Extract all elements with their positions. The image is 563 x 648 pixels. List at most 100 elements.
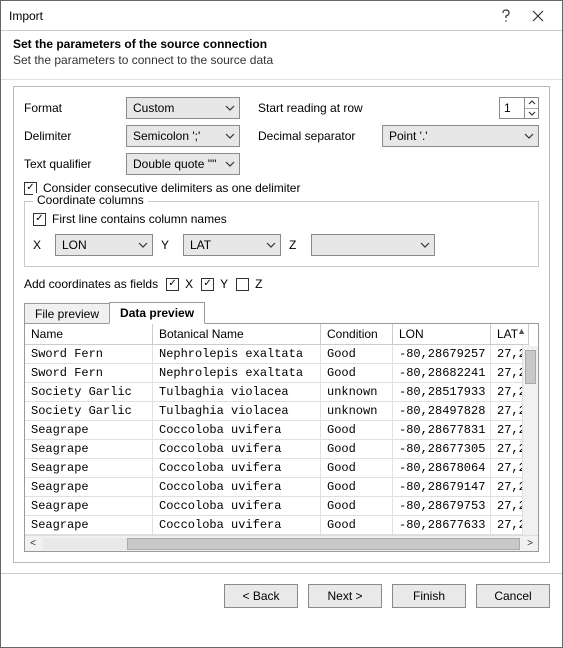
table-cell: Good <box>321 516 393 535</box>
parameters-panel: Format Custom Start reading at row 1 Del… <box>13 86 550 563</box>
x-label: X <box>33 238 47 252</box>
table-cell: -80,28677633 <box>393 516 491 535</box>
coordinate-columns-legend: Coordinate columns <box>33 193 148 207</box>
add-coords-label: Add coordinates as fields <box>24 277 158 291</box>
table-cell: Good <box>321 421 393 440</box>
qualifier-select[interactable]: Double quote '"' <box>126 153 240 175</box>
add-x-checkbox[interactable]: ✓X <box>166 277 193 291</box>
table-cell: Good <box>321 364 393 383</box>
table-cell: -80,28679257 <box>393 345 491 364</box>
chevron-down-icon <box>221 126 239 146</box>
z-column-select[interactable] <box>311 234 435 256</box>
chevron-down-icon <box>416 235 434 255</box>
chevron-down-icon <box>262 235 280 255</box>
y-label: Y <box>161 238 175 252</box>
table-cell: Good <box>321 459 393 478</box>
table-cell: Good <box>321 497 393 516</box>
table-cell: Coccoloba uvifera <box>153 421 321 440</box>
table-cell: Good <box>321 478 393 497</box>
column-header[interactable]: LAT <box>491 324 529 345</box>
table-cell: Seagrape <box>25 421 153 440</box>
table-cell: Coccoloba uvifera <box>153 459 321 478</box>
window-title: Import <box>9 9 490 23</box>
table-cell: Nephrolepis exaltata <box>153 364 321 383</box>
wizard-header: Set the parameters of the source connect… <box>1 31 562 77</box>
column-header[interactable]: Botanical Name <box>153 324 321 345</box>
table-cell: Seagrape <box>25 459 153 478</box>
table-cell: -80,28678064 <box>393 459 491 478</box>
wizard-subtitle: Set the parameters to connect to the sou… <box>13 53 550 67</box>
table-cell: -80,28677305 <box>393 440 491 459</box>
add-z-checkbox[interactable]: Z <box>236 277 262 291</box>
table-cell: Seagrape <box>25 440 153 459</box>
decimal-label: Decimal separator <box>258 129 382 143</box>
column-header[interactable]: LON <box>393 324 491 345</box>
table-cell: -80,28677831 <box>393 421 491 440</box>
table-cell: Seagrape <box>25 478 153 497</box>
help-button[interactable] <box>490 4 522 28</box>
table-cell: -80,28682241 <box>393 364 491 383</box>
table-cell: Coccoloba uvifera <box>153 516 321 535</box>
cancel-button[interactable]: Cancel <box>476 584 550 608</box>
table-cell: unknown <box>321 383 393 402</box>
format-select[interactable]: Custom <box>126 97 240 119</box>
next-button[interactable]: Next > <box>308 584 382 608</box>
y-column-select[interactable]: LAT <box>183 234 281 256</box>
column-header[interactable]: Condition <box>321 324 393 345</box>
table-cell: Sword Fern <box>25 364 153 383</box>
spinner-icon[interactable] <box>524 98 538 118</box>
table-cell: Coccoloba uvifera <box>153 440 321 459</box>
wizard-footer: < Back Next > Finish Cancel <box>1 573 562 618</box>
add-y-checkbox[interactable]: ✓Y <box>201 277 228 291</box>
coordinate-columns-group: Coordinate columns ✓ First line contains… <box>24 201 539 267</box>
start-row-label: Start reading at row <box>258 101 382 115</box>
table-cell: Tulbaghia violacea <box>153 383 321 402</box>
table-cell: -80,28497828 <box>393 402 491 421</box>
table-cell: Seagrape <box>25 497 153 516</box>
wizard-title: Set the parameters of the source connect… <box>13 37 550 51</box>
chevron-down-icon <box>221 98 239 118</box>
table-cell: -80,28679753 <box>393 497 491 516</box>
start-row-input[interactable]: 1 <box>499 97 539 119</box>
table-cell: Nephrolepis exaltata <box>153 345 321 364</box>
horizontal-scrollbar[interactable]: < > <box>25 535 538 551</box>
table-cell: -80,28679147 <box>393 478 491 497</box>
x-column-select[interactable]: LON <box>55 234 153 256</box>
table-cell: Good <box>321 345 393 364</box>
table-cell: Coccoloba uvifera <box>153 497 321 516</box>
table-cell: Coccoloba uvifera <box>153 478 321 497</box>
checkbox-icon <box>236 278 249 291</box>
table-cell: unknown <box>321 402 393 421</box>
qualifier-label: Text qualifier <box>24 157 126 171</box>
tab-file-preview[interactable]: File preview <box>24 303 110 324</box>
decimal-select[interactable]: Point '.' <box>382 125 539 147</box>
column-header[interactable]: Name <box>25 324 153 345</box>
back-button[interactable]: < Back <box>224 584 298 608</box>
table-cell: Society Garlic <box>25 402 153 421</box>
checkbox-icon: ✓ <box>201 278 214 291</box>
data-preview-table: NameBotanical NameConditionLONLAT Sword F… <box>24 323 539 552</box>
vertical-scrollbar[interactable] <box>522 346 538 535</box>
table-cell: Tulbaghia violacea <box>153 402 321 421</box>
table-cell: Society Garlic <box>25 383 153 402</box>
scroll-right-icon[interactable]: > <box>522 538 538 549</box>
table-cell: Sword Fern <box>25 345 153 364</box>
finish-button[interactable]: Finish <box>392 584 466 608</box>
tab-data-preview[interactable]: Data preview <box>109 302 205 324</box>
checkbox-icon: ✓ <box>166 278 179 291</box>
checkbox-icon: ✓ <box>33 213 46 226</box>
chevron-down-icon <box>221 154 239 174</box>
chevron-down-icon <box>520 126 538 146</box>
first-line-names-label: First line contains column names <box>52 212 227 226</box>
preview-tabs: File preview Data preview <box>24 302 539 324</box>
table-cell: Good <box>321 440 393 459</box>
scroll-left-icon[interactable]: < <box>25 538 41 549</box>
table-cell: Seagrape <box>25 516 153 535</box>
z-label: Z <box>289 238 303 252</box>
format-label: Format <box>24 101 126 115</box>
title-bar: Import <box>1 1 562 31</box>
close-button[interactable] <box>522 4 554 28</box>
delimiter-label: Delimiter <box>24 129 126 143</box>
first-line-names-checkbox[interactable]: ✓ First line contains column names <box>33 212 227 226</box>
delimiter-select[interactable]: Semicolon ';' <box>126 125 240 147</box>
